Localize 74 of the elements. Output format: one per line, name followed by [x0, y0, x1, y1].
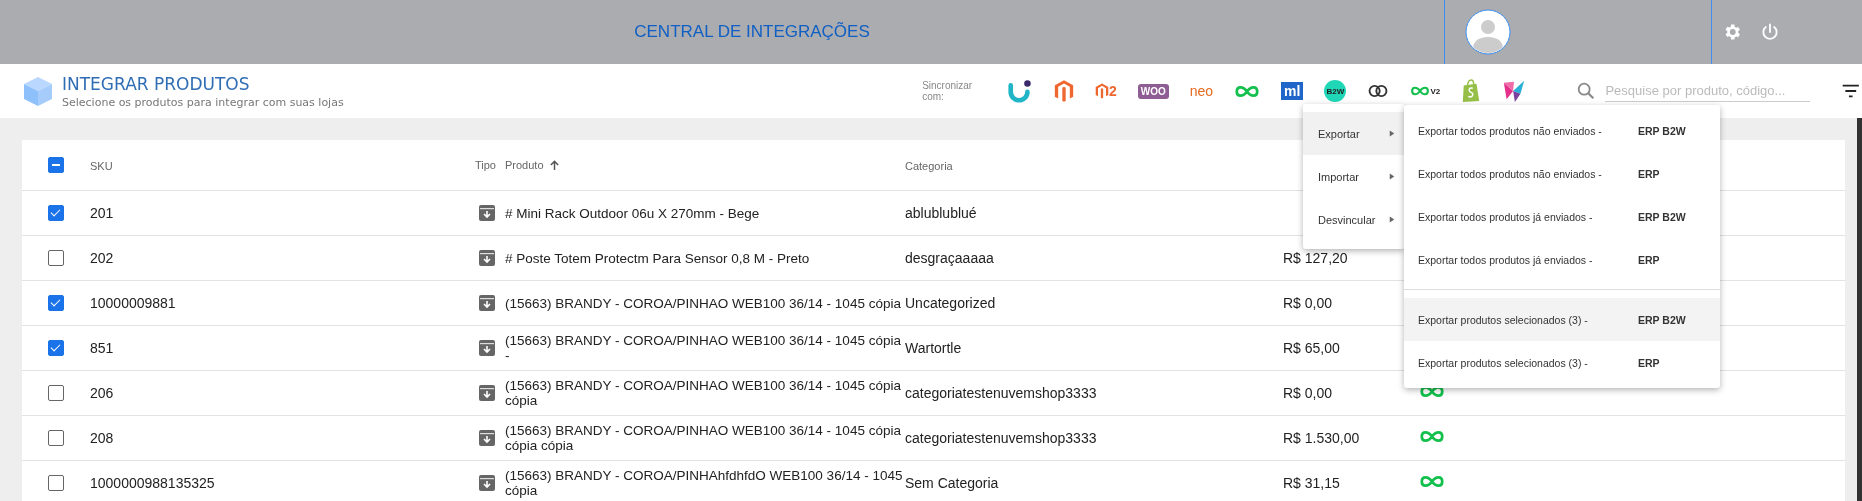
column-header[interactable]: Categoria	[905, 160, 953, 172]
table-cell-text: (15663) BRANDY - COROA/PINHAhfdhfdO WEB100 36/14 - 1045 cópia	[505, 468, 904, 498]
table-cell: 10000009881	[90, 295, 176, 311]
archive-box-icon	[478, 294, 496, 312]
table-cell: R$ 31,15	[1283, 475, 1340, 491]
archive-box-icon	[478, 429, 496, 447]
page-subtitle: Selecione os produtos para integrar com suas lojas	[62, 95, 344, 109]
avatar-icon[interactable]	[1465, 9, 1511, 55]
table-cell: 208	[90, 430, 114, 446]
table-cell-text: (15663) BRANDY - COROA/PINHAO WEB100 36/14 - 1045 cópia cópia	[505, 378, 902, 408]
table-cell: 1000000988135325	[90, 475, 215, 491]
row-checkbox[interactable]	[48, 250, 64, 266]
menu-item[interactable]: Exportar produtos selecionados (3) - ERP B2W	[1404, 298, 1720, 341]
table-cell: Uncategorized	[905, 295, 996, 311]
menu-item[interactable]: Exportar	[1303, 112, 1405, 155]
table-cell-text: (15663) BRANDY - COROA/PINHAO WEB100 36/14 - 1045 cópia -	[505, 333, 902, 363]
column-header[interactable]: Tipo	[475, 159, 496, 171]
table-cell: 202	[90, 250, 114, 266]
archive-box-icon	[478, 384, 496, 402]
table-cell-text: (15663) BRANDY - COROA/PINHAO WEB100 36/14 - 1045 cópia cópia cópia	[505, 423, 902, 453]
menu-item[interactable]: Exportar produtos selecionados (3) - ERP	[1404, 341, 1720, 384]
table-cell: categoriatestenuvemshop3333	[905, 385, 1097, 401]
b2w-logo-icon[interactable]: B2W	[1324, 80, 1347, 102]
table-cell: Sem Categoria	[905, 475, 999, 491]
table-cell: categoriatestenuvemshop3333	[905, 430, 1097, 446]
archive-box-icon	[478, 204, 496, 222]
menu-item[interactable]: Exportar todos produtos já enviados - ERP	[1404, 238, 1720, 281]
row-checkbox[interactable]	[48, 430, 64, 446]
archive-box-icon	[478, 474, 496, 492]
menu-item[interactable]: Exportar todos produtos não enviados - ERP	[1404, 152, 1720, 195]
select-all-checkbox[interactable]	[48, 157, 64, 173]
column-header[interactable]: Produto	[505, 157, 544, 173]
table-cell: R$ 65,00	[1283, 340, 1340, 356]
sort-up-icon[interactable]	[548, 159, 560, 171]
caret-icon	[1389, 172, 1395, 181]
woo-logo-icon[interactable]: WOO	[1137, 83, 1169, 99]
row-checkbox[interactable]	[48, 205, 64, 221]
caret-icon	[1389, 129, 1395, 138]
table-cell: # Mini Rack Outdoor 06u X 270mm - Bege	[505, 205, 760, 221]
archive-box-icon	[478, 339, 496, 357]
hexagon-logo-icon[interactable]	[1053, 79, 1074, 103]
table-cell: # Poste Totem Protectm Para Sensor 0,8 M - Preto	[505, 250, 810, 266]
page-title: INTEGRAR PRODUTOS	[62, 73, 251, 94]
menu-item[interactable]: Importar	[1303, 155, 1405, 198]
infinity-icon[interactable]	[1234, 84, 1261, 98]
table-cell: 851	[90, 340, 114, 356]
rings-icon[interactable]	[1367, 83, 1390, 99]
app-title: CENTRAL DE INTEGRAÇÕES	[634, 22, 870, 42]
row-checkbox[interactable]	[48, 340, 64, 356]
table-cell: 206	[90, 385, 114, 401]
table-cell: desgraçaaaaa	[905, 250, 994, 266]
column-header[interactable]: SKU	[90, 160, 113, 172]
table-cell: ablublublué	[905, 205, 977, 221]
u-logo-icon[interactable]	[1006, 78, 1033, 104]
crystal-logo-icon[interactable]	[1502, 79, 1527, 103]
table-cell: R$ 0,00	[1283, 295, 1333, 311]
archive-box-icon	[478, 249, 496, 267]
caret-icon	[1389, 215, 1395, 224]
menu-item[interactable]: Exportar todos produtos já enviados - ERP B2W	[1404, 195, 1720, 238]
table-cell: 201	[90, 205, 114, 221]
menu-item[interactable]: Desvincular	[1303, 198, 1405, 241]
table-cell: Wartortle	[905, 340, 962, 356]
row-checkbox[interactable]	[48, 475, 64, 491]
table-cell: R$ 1.530,00	[1283, 430, 1360, 446]
table-cell: R$ 0,00	[1283, 385, 1333, 401]
table-cell: (15663) BRANDY - COROA/PINHAO WEB100 36/14 - 1045 cópia	[505, 295, 901, 311]
row-checkbox[interactable]	[48, 385, 64, 401]
table-cell: R$ 127,20	[1283, 250, 1348, 266]
scrollbar[interactable]	[1857, 118, 1862, 501]
menu-item[interactable]: Exportar todos produtos não enviados - ERP B2W	[1404, 109, 1720, 152]
row-checkbox[interactable]	[48, 295, 64, 311]
sync-label: Sincronizar com:	[922, 79, 974, 103]
box-icon	[22, 75, 54, 107]
ml-logo-icon[interactable]: ml	[1281, 82, 1304, 100]
